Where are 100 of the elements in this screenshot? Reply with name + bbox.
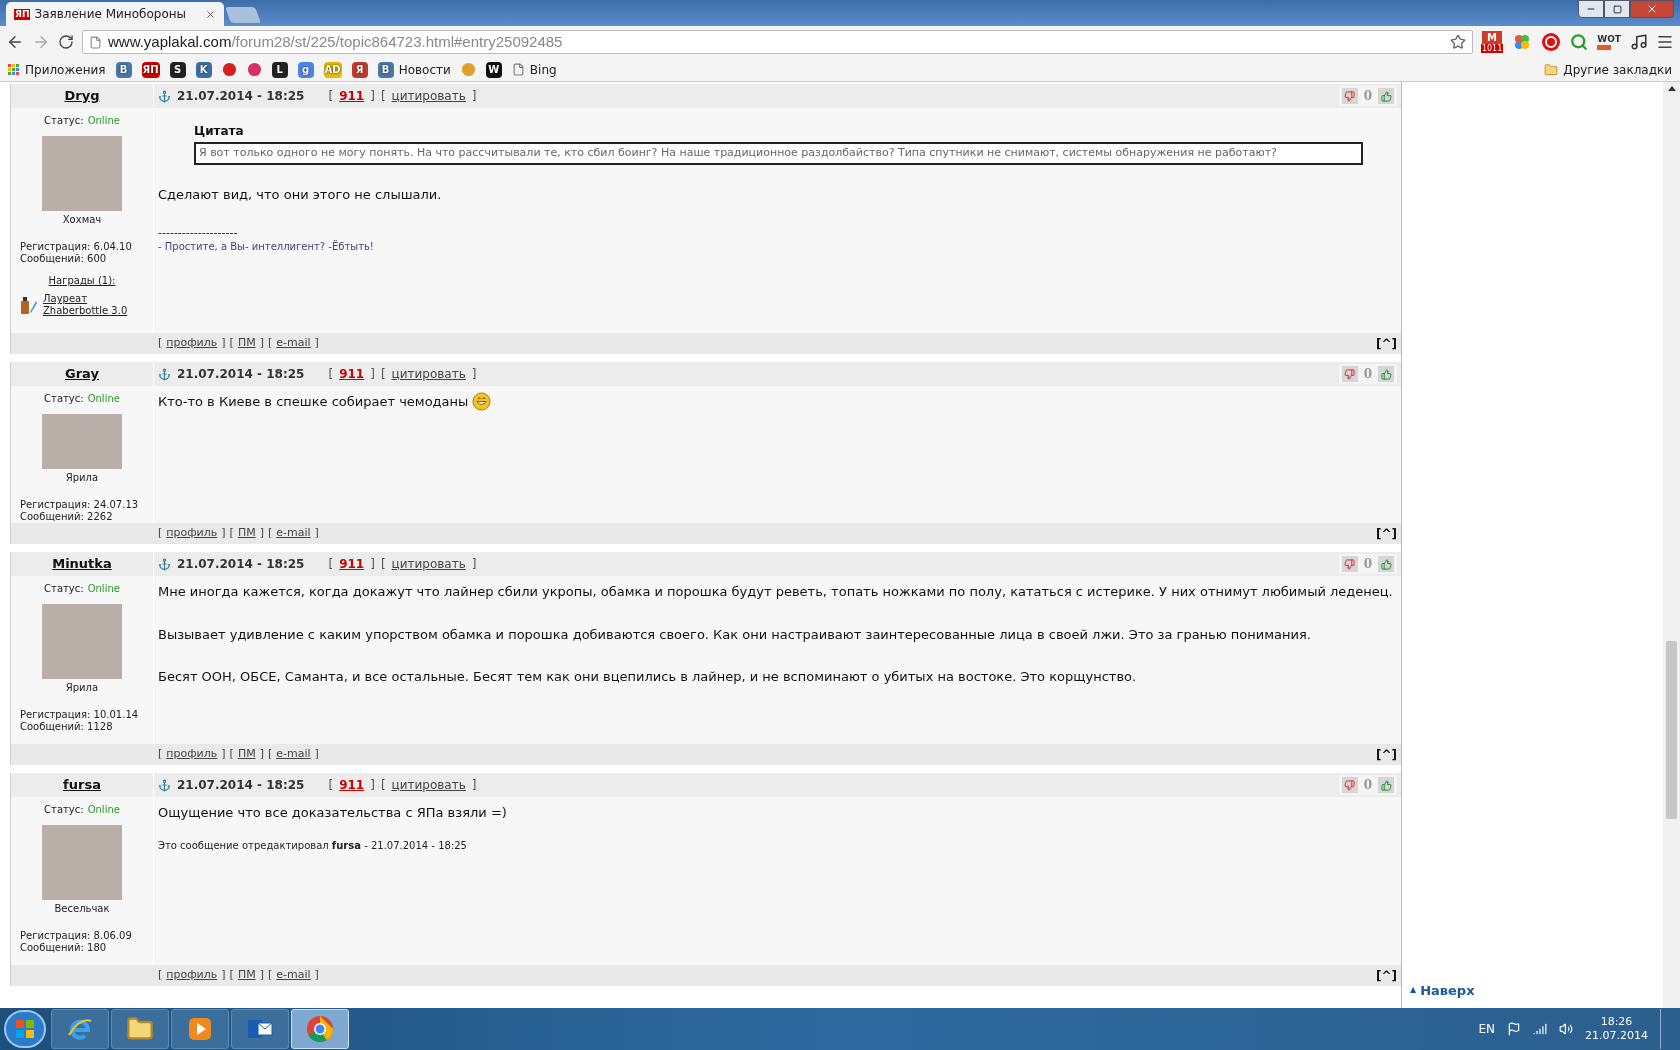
- author-link[interactable]: Dryg: [64, 86, 100, 106]
- maximize-button[interactable]: [1604, 0, 1630, 18]
- apps-bookmark[interactable]: Приложения: [8, 60, 106, 79]
- footer-link[interactable]: ПМ: [237, 335, 256, 352]
- bracket: ]: [314, 746, 319, 763]
- back-to-top-link[interactable]: [^]: [1375, 966, 1397, 985]
- bracket: ]: [221, 525, 226, 542]
- signature-rule: --------------------: [158, 227, 239, 239]
- bookmark-icon[interactable]: Я: [351, 61, 368, 78]
- footer-link[interactable]: ПМ: [237, 746, 256, 763]
- post-number-link[interactable]: 911: [339, 776, 365, 794]
- footer-link[interactable]: ПМ: [237, 525, 256, 542]
- volume-icon[interactable]: [1559, 1022, 1573, 1036]
- bookmark-icon[interactable]: L: [271, 61, 288, 78]
- taskbar-app-button[interactable]: [171, 1009, 229, 1049]
- thumbs-down-button[interactable]: [1341, 366, 1358, 382]
- author-link[interactable]: Minutka: [52, 554, 112, 574]
- footer-link[interactable]: ПМ: [237, 967, 256, 984]
- thumbs-down-button[interactable]: [1341, 88, 1358, 104]
- post-number-link[interactable]: 911: [339, 87, 365, 105]
- awards-link[interactable]: Награды (1):: [48, 273, 116, 288]
- taskbar-app-button[interactable]: [111, 1009, 169, 1049]
- bookmark-star-icon[interactable]: [1449, 34, 1466, 50]
- back-to-top-link[interactable]: ▲ Наверх: [1410, 980, 1663, 1000]
- taskbar-app-button[interactable]: [231, 1009, 289, 1049]
- mail-extension-icon[interactable]: M: [1482, 31, 1503, 44]
- quote-link[interactable]: цитировать: [391, 87, 466, 105]
- reload-icon[interactable]: [58, 34, 74, 50]
- author-link[interactable]: fursa: [63, 775, 101, 795]
- registration-date: Регистрация: 10.01.14: [20, 709, 139, 721]
- post-text: Кто-то в Киеве в спешке собирает чемоданы: [158, 393, 469, 411]
- quote-link[interactable]: цитировать: [391, 365, 466, 383]
- bracket: [: [158, 746, 163, 763]
- scrollbar[interactable]: [1663, 82, 1680, 1008]
- bookmark-icon[interactable]: [221, 62, 237, 77]
- favicon: ЯП: [14, 8, 31, 20]
- bookmark-icon[interactable]: g: [297, 61, 314, 78]
- bookmark[interactable]: B Новости: [377, 60, 451, 79]
- author-link[interactable]: Gray: [65, 364, 99, 384]
- music-note-icon[interactable]: [1630, 33, 1648, 51]
- thumbs-down-button[interactable]: [1341, 777, 1358, 793]
- bracket: [: [380, 88, 386, 105]
- footer-link[interactable]: e-mail: [276, 967, 311, 984]
- footer-link[interactable]: e-mail: [276, 746, 311, 763]
- other-bookmarks[interactable]: Другие закладки: [1544, 60, 1672, 79]
- footer-link[interactable]: профиль: [166, 967, 218, 984]
- menu-icon[interactable]: [1656, 33, 1674, 51]
- footer-link[interactable]: профиль: [166, 335, 218, 352]
- thumbs-down-button[interactable]: [1341, 556, 1358, 572]
- bracket: [: [229, 335, 234, 352]
- quote-link[interactable]: цитировать: [391, 555, 466, 573]
- status-label: Статус:: [44, 114, 84, 128]
- back-to-top-link[interactable]: [^]: [1375, 745, 1397, 764]
- bracket: [: [328, 366, 334, 383]
- status-online: Online: [87, 392, 120, 406]
- footer-link[interactable]: профиль: [166, 525, 218, 542]
- flag-icon[interactable]: [1507, 1022, 1521, 1036]
- minimize-button[interactable]: [1578, 0, 1604, 18]
- new-tab-button[interactable]: [225, 7, 261, 23]
- bookmark-icon[interactable]: K: [195, 61, 212, 78]
- stop-sign-icon[interactable]: [1541, 32, 1562, 52]
- post-number-link[interactable]: 911: [339, 365, 365, 383]
- bracket: ]: [221, 967, 226, 984]
- start-button[interactable]: [4, 1010, 46, 1048]
- search-icon[interactable]: [1570, 33, 1589, 51]
- bracket: ]: [259, 967, 264, 984]
- back-to-top-link[interactable]: [^]: [1375, 524, 1397, 543]
- browser-tab[interactable]: ЯП Заявление Минобороны: [6, 2, 224, 26]
- language-indicator[interactable]: EN: [1478, 1020, 1495, 1038]
- post-text: Мне иногда кажется, когда докажут что лайнер сбили укропы, обамка и порошка будут реветь, топать ножками по полу, кататься с истерике. У них отнимут любимый леденец.: [158, 583, 1393, 601]
- clock[interactable]: 18:26 21.07.2014: [1585, 1015, 1648, 1043]
- quote-link[interactable]: цитировать: [391, 776, 466, 794]
- anchor-icon[interactable]: [158, 557, 171, 571]
- thumbs-up-button[interactable]: [1378, 556, 1394, 572]
- award-link[interactable]: Лауреат Zhaberbottle 3.0: [43, 293, 128, 317]
- bookmark-icon[interactable]: W: [485, 61, 502, 78]
- thumbs-up-button[interactable]: [1378, 777, 1394, 793]
- address-bar[interactable]: www.yaplakal.com/forum28/st/225/topic864723.html#entry25092485: [82, 30, 1473, 54]
- footer-link[interactable]: e-mail: [276, 525, 311, 542]
- signature-text: - Простите, а Вы- интеллигент? -Ёбтыть!: [158, 239, 375, 254]
- thumbs-up-button[interactable]: [1378, 366, 1394, 382]
- footer-link[interactable]: e-mail: [276, 335, 311, 352]
- anchor-icon[interactable]: [158, 367, 171, 381]
- back-icon[interactable]: [6, 33, 24, 51]
- anchor-icon[interactable]: [158, 778, 171, 792]
- back-to-top-link[interactable]: [^]: [1375, 334, 1397, 353]
- bookmark-icon[interactable]: S: [169, 61, 186, 78]
- bracket: [: [158, 335, 163, 352]
- close-icon[interactable]: [205, 8, 216, 20]
- status-label: Статус:: [44, 582, 84, 596]
- bookmark[interactable]: Bing: [511, 60, 557, 79]
- thumbs-up-button[interactable]: [1378, 88, 1394, 104]
- network-icon[interactable]: [1533, 1022, 1547, 1036]
- bookmark-icon[interactable]: ЯП: [141, 61, 160, 78]
- bookmark-icon[interactable]: [246, 62, 262, 77]
- footer-link[interactable]: профиль: [166, 746, 218, 763]
- anchor-icon[interactable]: [158, 89, 171, 103]
- bookmark-icon[interactable]: [460, 62, 476, 77]
- bookmark-icon[interactable]: B: [115, 61, 132, 78]
- post-number-link[interactable]: 911: [339, 555, 365, 573]
